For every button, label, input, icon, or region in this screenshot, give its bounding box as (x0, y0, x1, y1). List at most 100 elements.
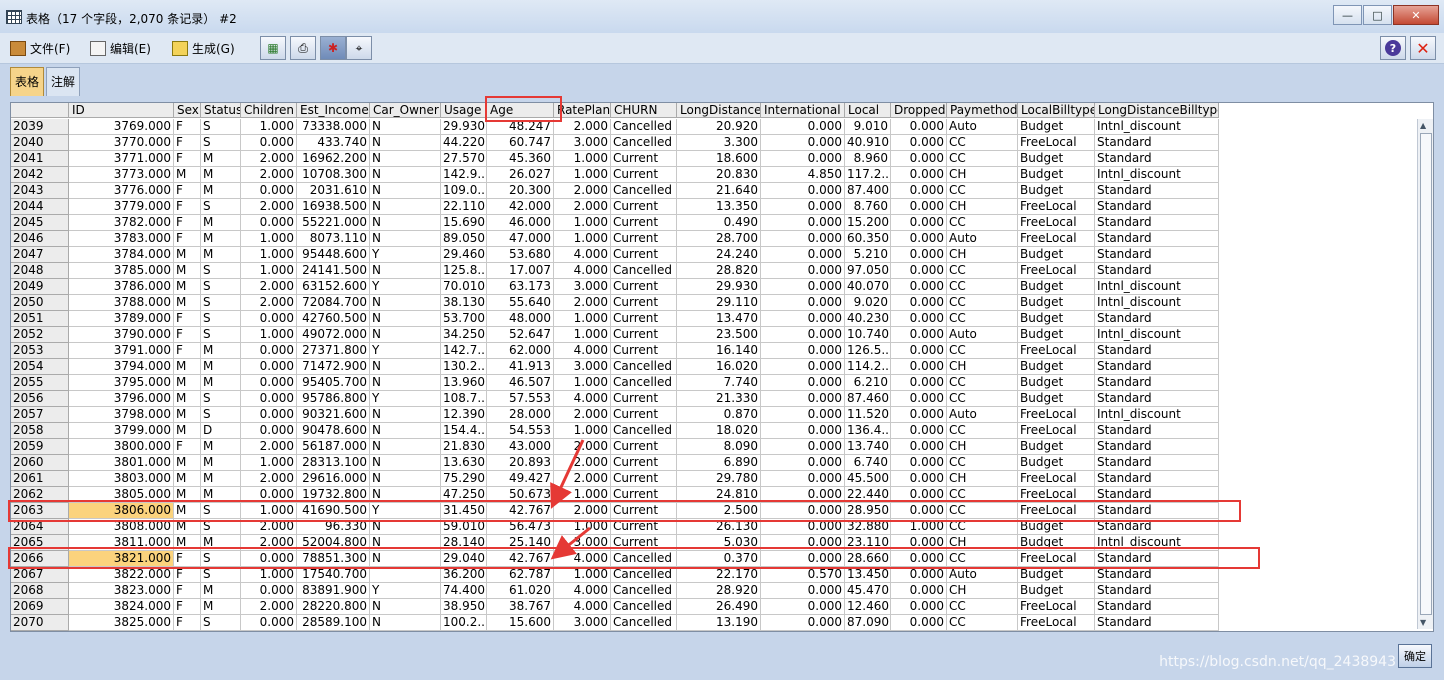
table-cell[interactable]: Current (611, 311, 677, 327)
row-number[interactable]: 2042 (11, 167, 69, 183)
table-cell[interactable]: CH (947, 439, 1018, 455)
row-number[interactable]: 2060 (11, 455, 69, 471)
table-cell[interactable]: Current (611, 215, 677, 231)
table-cell[interactable]: FreeLocal (1018, 599, 1095, 615)
table-cell[interactable]: Standard (1095, 551, 1219, 567)
table-cell[interactable]: Cancelled (611, 567, 677, 583)
table-cell[interactable]: S (201, 311, 241, 327)
table-cell[interactable]: Budget (1018, 567, 1095, 583)
table-cell[interactable]: 3788.000 (69, 295, 174, 311)
table-cell[interactable]: Current (611, 279, 677, 295)
table-cell[interactable]: CC (947, 391, 1018, 407)
table-cell[interactable]: 42.767 (487, 503, 554, 519)
row-number[interactable]: 2044 (11, 199, 69, 215)
table-cell[interactable]: 0.000 (891, 423, 947, 439)
table-cell[interactable]: FreeLocal (1018, 487, 1095, 503)
table-cell[interactable]: Standard (1095, 471, 1219, 487)
table-cell[interactable]: 28.950 (845, 503, 891, 519)
table-cell[interactable]: 22.440 (845, 487, 891, 503)
table-cell[interactable]: 0.000 (241, 407, 297, 423)
table-cell[interactable]: 1.000 (241, 327, 297, 343)
table-cell[interactable]: 0.000 (241, 183, 297, 199)
tab-table[interactable]: 表格 (10, 67, 45, 96)
table-cell[interactable]: N (370, 407, 441, 423)
table-cell[interactable]: M (174, 407, 201, 423)
table-cell[interactable]: 2031.610 (297, 183, 370, 199)
column-header[interactable]: Local (845, 103, 891, 118)
table-cell[interactable]: CC (947, 215, 1018, 231)
table-cell[interactable]: S (201, 119, 241, 135)
table-cell[interactable]: 0.000 (761, 343, 845, 359)
table-cell[interactable]: 1.000 (554, 375, 611, 391)
table-cell[interactable]: 0.000 (761, 423, 845, 439)
table-row[interactable]: 2050 3788.000 M S 2.000 72084.700 N 38.130 55.64… (11, 295, 1219, 311)
table-cell[interactable]: CC (947, 423, 1018, 439)
table-cell[interactable]: 2.000 (241, 167, 297, 183)
row-number[interactable]: 2055 (11, 375, 69, 391)
row-number[interactable]: 2065 (11, 535, 69, 551)
table-cell[interactable]: FreeLocal (1018, 231, 1095, 247)
print-button[interactable]: ⎙ (290, 36, 316, 60)
table-cell[interactable]: 0.000 (891, 551, 947, 567)
table-cell[interactable]: 0.000 (761, 439, 845, 455)
table-cell[interactable]: 16938.500 (297, 199, 370, 215)
table-cell[interactable]: Standard (1095, 599, 1219, 615)
table-cell[interactable]: 78851.300 (297, 551, 370, 567)
column-header[interactable]: Usage (441, 103, 487, 118)
table-cell[interactable] (370, 567, 441, 583)
table-cell[interactable]: F (174, 231, 201, 247)
table-cell[interactable]: F (174, 599, 201, 615)
table-cell[interactable]: S (201, 199, 241, 215)
table-cell[interactable]: 0.000 (891, 599, 947, 615)
table-cell[interactable]: Standard (1095, 263, 1219, 279)
column-header[interactable]: International (761, 103, 845, 118)
table-cell[interactable]: 2.000 (241, 151, 297, 167)
table-cell[interactable]: 73338.000 (297, 119, 370, 135)
table-cell[interactable]: 29.460 (441, 247, 487, 263)
table-row[interactable]: 2042 3773.000 M M 2.000 10708.300 N 142.9... 26.… (11, 167, 1219, 183)
table-cell[interactable]: M (201, 439, 241, 455)
table-cell[interactable]: Cancelled (611, 135, 677, 151)
table-cell[interactable]: F (174, 615, 201, 631)
table-cell[interactable]: 2.000 (554, 471, 611, 487)
table-cell[interactable]: 0.370 (677, 551, 761, 567)
table-cell[interactable]: 0.000 (241, 551, 297, 567)
table-cell[interactable]: 117.2... (845, 167, 891, 183)
table-cell[interactable]: 6.890 (677, 455, 761, 471)
table-cell[interactable]: M (201, 151, 241, 167)
table-cell[interactable]: CC (947, 263, 1018, 279)
table-cell[interactable]: CC (947, 551, 1018, 567)
table-cell[interactable]: Standard (1095, 423, 1219, 439)
table-cell[interactable]: 28.000 (487, 407, 554, 423)
table-cell[interactable]: F (174, 199, 201, 215)
table-row[interactable]: 2063 3806.000 M S 1.000 41690.500 Y 31.450 42.76… (11, 503, 1219, 519)
row-number[interactable]: 2049 (11, 279, 69, 295)
table-cell[interactable]: Cancelled (611, 615, 677, 631)
close-panel-button[interactable]: ✕ (1410, 36, 1436, 60)
table-cell[interactable]: 3.000 (554, 135, 611, 151)
table-cell[interactable]: 61.020 (487, 583, 554, 599)
table-cell[interactable]: 3825.000 (69, 615, 174, 631)
table-cell[interactable]: Current (611, 151, 677, 167)
table-cell[interactable]: FreeLocal (1018, 343, 1095, 359)
table-cell[interactable]: N (370, 487, 441, 503)
table-cell[interactable]: 23.110 (845, 535, 891, 551)
table-cell[interactable]: CC (947, 183, 1018, 199)
table-cell[interactable]: Standard (1095, 343, 1219, 359)
table-row[interactable]: 2043 3776.000 F M 0.000 2031.610 N 109.0... 20.3… (11, 183, 1219, 199)
table-cell[interactable]: Cancelled (611, 599, 677, 615)
table-cell[interactable]: 8.960 (845, 151, 891, 167)
table-cell[interactable]: 0.000 (891, 407, 947, 423)
table-cell[interactable]: Standard (1095, 487, 1219, 503)
table-cell[interactable]: Current (611, 455, 677, 471)
table-cell[interactable]: 8.090 (677, 439, 761, 455)
table-cell[interactable]: 1.000 (554, 519, 611, 535)
table-cell[interactable]: 44.220 (441, 135, 487, 151)
table-cell[interactable]: 9.020 (845, 295, 891, 311)
table-cell[interactable]: CH (947, 247, 1018, 263)
table-cell[interactable]: 26.130 (677, 519, 761, 535)
table-cell[interactable]: 3784.000 (69, 247, 174, 263)
table-cell[interactable]: 3821.000 (69, 551, 174, 567)
table-cell[interactable]: Budget (1018, 295, 1095, 311)
table-cell[interactable]: N (370, 535, 441, 551)
